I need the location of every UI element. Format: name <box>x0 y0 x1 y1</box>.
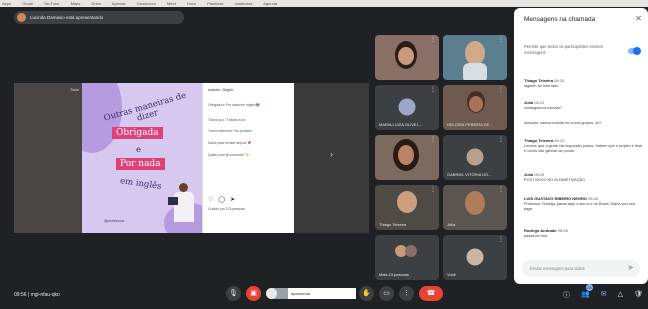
meeting-info: 09:56 | mgi-nfau-qko <box>14 292 60 298</box>
chat-message: Atenção: vamos montar os novos grupos, o… <box>524 121 602 125</box>
present-field[interactable]: apresentar <box>288 288 356 299</box>
chat-message: Júlia 08:25 POST NOVO NO ALFABETIZAÇÃO <box>524 172 585 182</box>
post-account[interactable]: lucinda • Seguir <box>208 88 233 92</box>
post-line: Quais você já conhecia? 👇 <box>208 153 251 157</box>
bookmark[interactable]: Gmail <box>22 1 32 6</box>
chat-message: Thiago Teixeira 08:20 alguém ao meu lado <box>524 78 565 88</box>
participant-name: Thiago Teixeira <box>379 222 407 227</box>
stage-right-panel: › <box>294 83 369 233</box>
more-options-icon[interactable]: ⋮ <box>430 136 436 143</box>
participant-tile[interactable]: ⋮ HELOÍSA PEREIRA DE... <box>443 85 507 130</box>
instagram-post-panel: lucinda • Seguir Obrigada e Por nada em … <box>202 83 294 233</box>
chevron-right-icon[interactable]: › <box>330 149 333 159</box>
participant-tile[interactable]: ⋮ <box>375 135 439 180</box>
info-icon[interactable]: ⓘ <box>563 290 570 300</box>
bookmark[interactable]: Apps <box>2 1 11 6</box>
send-icon[interactable]: ➤ <box>627 263 634 272</box>
presentation-stage: Toda Outras maneiras de dizer Obrigada e… <box>14 83 369 233</box>
participant-name: GABRIEL VITÓRIA DO... <box>447 172 492 177</box>
more-options-icon[interactable]: ⋮ <box>498 236 504 243</box>
meeting-time: 09:56 <box>14 292 27 298</box>
more-participants-label: Mais 23 pessoas <box>379 272 410 277</box>
slide-suffix: em inglês <box>119 176 163 192</box>
bookmark[interactable]: YouTube <box>44 1 60 6</box>
chat-message: Júlia 08:22 conseguimos escutar? <box>524 100 562 110</box>
end-call-button[interactable]: ☎ <box>419 286 443 301</box>
participant-tile[interactable]: ⋮ Júlia <box>443 185 507 230</box>
more-options-icon[interactable]: ⋮ <box>430 186 436 193</box>
presenter-avatar <box>17 13 26 22</box>
chat-icon[interactable]: ✉ <box>601 290 607 300</box>
participant-tile[interactable]: ⋮ GABRIEL VITÓRIA DO... <box>443 135 507 180</box>
participant-tile[interactable]: ⋮ <box>375 35 439 80</box>
meet-window: Apps Gmail YouTube Maps Drive Agenda Cla… <box>0 0 648 309</box>
chat-message: LUIS GUSTAVO RIBEIRO NEGRO 08:26 Profess… <box>524 196 635 211</box>
stage-left-panel: Toda <box>14 83 82 233</box>
participant-tile[interactable]: ⋮ Thiago Teixeira <box>375 185 439 230</box>
bookmark[interactable]: Classroom <box>137 1 156 6</box>
stage-left-label: Toda <box>70 87 79 92</box>
participant-name: Você <box>447 272 456 277</box>
bookmark[interactable]: Meet <box>167 1 176 6</box>
bookmark[interactable]: Docs <box>187 1 196 6</box>
slide-credit: @professora <box>104 219 125 223</box>
share-icon[interactable]: ➤ <box>230 196 235 203</box>
bookmarks-bar: Apps Gmail YouTube Maps Drive Agenda Cla… <box>0 0 648 7</box>
participant-name: Júlia <box>447 222 456 227</box>
post-line: You're welcome / No problem <box>208 129 253 133</box>
slide-word-por-nada: Por nada <box>116 158 165 170</box>
more-participants-tile[interactable]: Mais 23 pessoas <box>375 235 439 280</box>
more-options-icon[interactable]: ⋮ <box>430 36 436 43</box>
presenter-label: Lucinda Damasio está apresentando <box>30 15 104 20</box>
lock-icon[interactable]: 🛡 <box>634 290 643 300</box>
post-likes: Curtido por 123 pessoas <box>208 207 245 211</box>
chat-input[interactable]: Enviar mensagem para todos ➤ <box>522 260 640 277</box>
camera-off-icon[interactable]: ▣ <box>246 286 261 301</box>
chat-panel: Mensagens na chamada ✕ Permitir que todo… <box>514 8 648 284</box>
chat-permission-label: Permitir que todos os participantes envi… <box>524 44 604 55</box>
post-line: Salve para revisar depois 📌 <box>208 141 252 145</box>
raise-hand-icon[interactable]: ✋ <box>359 286 374 301</box>
slide-conjunction: e <box>136 145 142 155</box>
presentation-slide: Outras maneiras de dizer Obrigada e Por … <box>82 83 202 233</box>
close-icon[interactable]: ✕ <box>635 14 642 23</box>
bookmark[interactable]: Drive <box>92 1 101 6</box>
bookmark[interactable]: Jamboard <box>235 1 253 6</box>
post-line: Thank you / Thanks a lot <box>208 118 246 122</box>
participant-name: HELOÍSA PEREIRA DE... <box>447 122 493 127</box>
bookmark[interactable]: Maps <box>71 1 81 6</box>
chat-message: Rodrigo Andrade 08:28 passa em link. <box>524 228 568 238</box>
more-options-icon[interactable]: ⋮ <box>498 136 504 143</box>
more-options-icon[interactable]: ⋮ <box>498 186 504 193</box>
presenter-chip[interactable]: Lucinda Damasio está apresentando <box>14 11 184 24</box>
more-options-icon[interactable]: ⋮ <box>498 36 504 43</box>
chat-permission-toggle[interactable] <box>628 47 641 55</box>
bookmark[interactable]: Agenda <box>263 1 277 6</box>
present-screen-icon[interactable]: ▭ <box>379 286 394 301</box>
activities-icon[interactable]: △ <box>618 290 623 300</box>
post-line: Obrigada e Por nada em inglês 🇺🇸 <box>208 103 261 107</box>
more-options-icon[interactable]: ⋮ <box>498 86 504 93</box>
meeting-top-bar: Lucinda Damasio está apresentando <box>0 8 510 28</box>
meeting-code: mgi-nfau-qko <box>30 292 60 298</box>
bookmark[interactable]: Agenda <box>112 1 126 6</box>
comment-icon[interactable]: ◯ <box>218 196 225 203</box>
chat-message: Thiago Teixeira 08:24 Lembre que a gente… <box>524 138 642 153</box>
side-controls: ⓘ 👥 ✉ △ 🛡 <box>563 290 643 300</box>
microphone-icon[interactable]: 🎙 <box>226 286 241 301</box>
participant-tile[interactable]: ⋮ <box>443 35 507 80</box>
participant-name: MARIA LUIZA OLIVEI... <box>379 122 422 127</box>
slide-word-obrigada: Obrigada <box>112 127 163 139</box>
more-options-icon[interactable]: ⋮ <box>430 86 436 93</box>
people-icon[interactable]: 👥 <box>581 290 590 300</box>
self-tile[interactable]: ⋮ Você <box>443 235 507 280</box>
heart-icon[interactable]: ♡ <box>208 196 213 203</box>
post-actions: ♡ ◯ ➤ <box>208 196 235 203</box>
chat-title: Mensagens na chamada <box>524 16 596 23</box>
more-options-icon[interactable]: ⋮ <box>399 286 414 301</box>
participant-tile[interactable]: ⋮ MARIA LUIZA OLIVEI... <box>375 85 439 130</box>
bookmark[interactable]: Planilhas <box>207 1 223 6</box>
